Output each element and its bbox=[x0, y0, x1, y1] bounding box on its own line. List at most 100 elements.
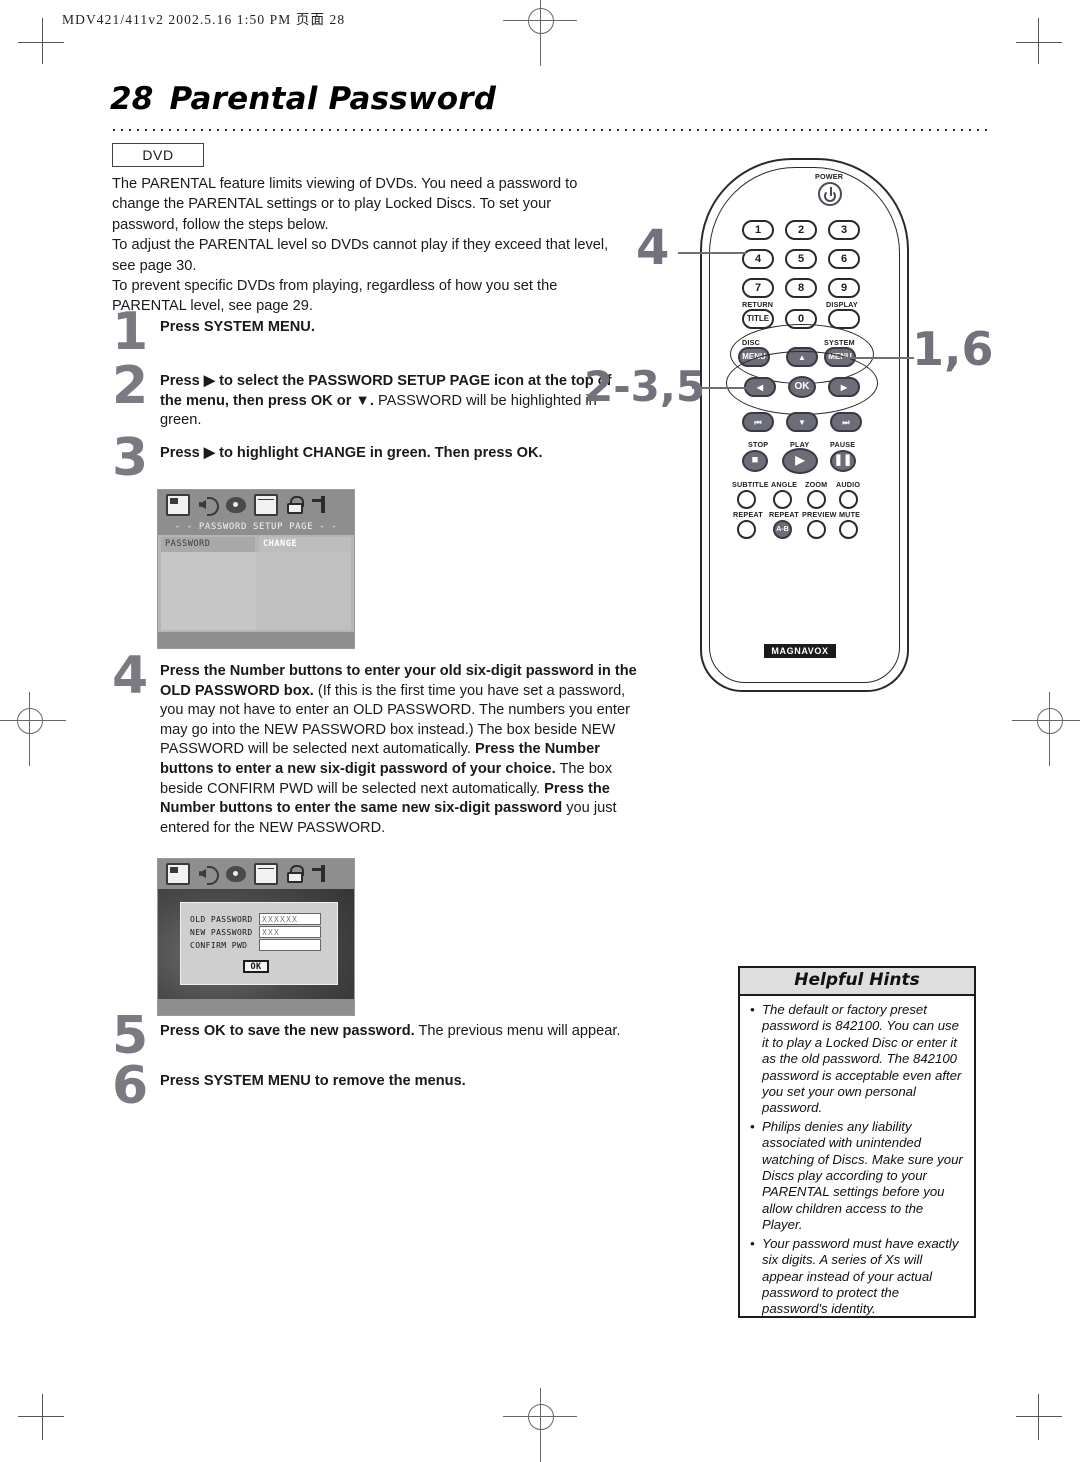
title-dot-rule bbox=[110, 128, 988, 132]
number-button-2[interactable]: 2 bbox=[785, 220, 817, 240]
zoom-button[interactable] bbox=[807, 490, 826, 509]
screen-icon bbox=[166, 494, 190, 516]
step-1: 1 Press SYSTEM MENU. bbox=[112, 306, 632, 358]
number-button-7[interactable]: 7 bbox=[742, 278, 774, 298]
power-label: POWER bbox=[815, 172, 844, 181]
crop-mark-top-right bbox=[1016, 18, 1062, 64]
old-password-label: OLD PASSWORD bbox=[190, 915, 253, 924]
skip-forward-icon: ⏭ bbox=[842, 418, 850, 427]
subtitle-label: SUBTITLE bbox=[732, 480, 769, 489]
chevron-down-icon: ▼ bbox=[798, 418, 806, 427]
remote-control: POWER 1 2 3 4 5 6 7 8 9 RETURN DISPLAY T… bbox=[700, 158, 909, 692]
preferences-icon bbox=[254, 494, 278, 516]
intro-paragraph-3: To prevent specific DVDs from playing, r… bbox=[112, 278, 558, 315]
angle-label: ANGLE bbox=[771, 480, 798, 489]
registration-mark-top bbox=[503, 0, 577, 66]
audio-button[interactable] bbox=[839, 490, 858, 509]
old-password-field[interactable]: XXXXXX bbox=[259, 913, 321, 925]
intro-paragraph-2: To adjust the PARENTAL level so DVDs can… bbox=[112, 237, 609, 274]
crop-mark-bottom-left bbox=[18, 1394, 64, 1440]
subtitle-button[interactable] bbox=[737, 490, 756, 509]
confirm-pwd-field[interactable] bbox=[259, 939, 321, 951]
number-button-5[interactable]: 5 bbox=[785, 249, 817, 269]
callout-nav-ok: 2-3,5 bbox=[584, 362, 706, 411]
lock-icon bbox=[286, 496, 304, 514]
registration-mark-bottom bbox=[503, 1388, 577, 1462]
osd-body bbox=[161, 552, 351, 630]
zoom-label: ZOOM bbox=[805, 480, 828, 489]
step-3-text: Press ▶ to highlight CHANGE in green. Th… bbox=[160, 445, 543, 461]
step-4-text: Press the Number buttons to enter your o… bbox=[160, 663, 637, 836]
helpful-hints-box: Helpful Hints The default or factory pre… bbox=[738, 966, 976, 1318]
mute-label: MUTE bbox=[839, 510, 861, 519]
step-2-number: 2 bbox=[112, 356, 149, 416]
preview-button[interactable] bbox=[807, 520, 826, 539]
screen-icon bbox=[166, 863, 190, 885]
number-button-9[interactable]: 9 bbox=[828, 278, 860, 298]
dvd-badge: DVD bbox=[112, 143, 204, 167]
audio-label: AUDIO bbox=[836, 480, 861, 489]
osd-footer-bar bbox=[158, 632, 354, 648]
exit-icon bbox=[312, 865, 330, 883]
step-6-number: 6 bbox=[112, 1056, 149, 1116]
pause-icon: ❚❚ bbox=[833, 454, 853, 466]
power-button[interactable] bbox=[818, 182, 842, 206]
next-track-button[interactable]: ⏭ bbox=[830, 412, 862, 432]
hint-item-1: The default or factory preset password i… bbox=[750, 1002, 966, 1117]
leader-line-system-menu bbox=[842, 357, 914, 359]
step-5-text: Press OK to save the new password. The p… bbox=[160, 1023, 621, 1039]
osd-icon-bar bbox=[158, 490, 354, 520]
number-button-1[interactable]: 1 bbox=[742, 220, 774, 240]
stop-label: STOP bbox=[748, 440, 769, 449]
crop-mark-top-left bbox=[18, 18, 64, 64]
number-button-6[interactable]: 6 bbox=[828, 249, 860, 269]
osd-password-setup-page: - - PASSWORD SETUP PAGE - - PASSWORD CHA… bbox=[157, 489, 355, 649]
angle-button[interactable] bbox=[773, 490, 792, 509]
skip-back-icon: ⏮ bbox=[754, 418, 762, 427]
chevron-right-icon: ▶ bbox=[840, 383, 848, 392]
repeat-button[interactable] bbox=[737, 520, 756, 539]
number-button-4[interactable]: 4 bbox=[742, 249, 774, 269]
leader-line-numpad bbox=[678, 252, 746, 254]
step-4: 4 Press the Number buttons to enter your… bbox=[112, 650, 642, 838]
step-5: 5 Press OK to save the new password. The… bbox=[112, 1010, 632, 1062]
pause-button[interactable]: ❚❚ bbox=[830, 450, 856, 472]
step-2-text: Press ▶ to select the PASSWORD SETUP PAG… bbox=[160, 373, 612, 429]
hint-item-2: Philips denies any liability associated … bbox=[750, 1119, 966, 1234]
registration-mark-right bbox=[1012, 692, 1080, 766]
speaker-icon bbox=[198, 496, 219, 516]
helpful-hints-heading: Helpful Hints bbox=[740, 968, 974, 996]
number-button-8[interactable]: 8 bbox=[785, 278, 817, 298]
repeat-ab-label: REPEAT bbox=[769, 510, 799, 519]
new-password-field[interactable]: XXX bbox=[259, 926, 321, 938]
play-button[interactable]: ▶ bbox=[782, 448, 818, 474]
chevron-left-icon: ◀ bbox=[756, 383, 764, 392]
ok-button[interactable]: OK bbox=[788, 376, 816, 398]
dialog-ok-button[interactable]: OK bbox=[243, 960, 269, 973]
helpful-hints-list: The default or factory preset password i… bbox=[740, 1002, 974, 1318]
display-label: DISPLAY bbox=[826, 300, 858, 309]
osd-password-dialog: OLD PASSWORD XXXXXX NEW PASSWORD XXX CON… bbox=[157, 858, 355, 1016]
down-arrow-button[interactable]: ▼ bbox=[786, 412, 818, 432]
page-header-stamp: MDV421/411v2 2002.5.16 1:50 PM 页面 28 bbox=[62, 12, 346, 27]
stop-button[interactable]: ■ bbox=[742, 450, 768, 472]
mute-button[interactable] bbox=[839, 520, 858, 539]
title-button[interactable]: TITLE bbox=[742, 309, 774, 329]
osd-row-value-change: CHANGE bbox=[259, 537, 351, 552]
disc-icon bbox=[226, 497, 246, 513]
exit-icon bbox=[312, 496, 330, 514]
step-5-number: 5 bbox=[112, 1006, 149, 1066]
callout-numpad: 4 bbox=[636, 220, 670, 276]
crop-mark-bottom-right bbox=[1016, 1394, 1062, 1440]
intro-paragraphs: The PARENTAL feature limits viewing of D… bbox=[112, 174, 610, 317]
number-button-3[interactable]: 3 bbox=[828, 220, 860, 240]
callout-system-menu: 1,6 bbox=[912, 322, 994, 376]
password-dialog: OLD PASSWORD XXXXXX NEW PASSWORD XXX CON… bbox=[180, 902, 338, 985]
play-icon: ▶ bbox=[795, 453, 805, 467]
preferences-icon bbox=[254, 863, 278, 885]
previous-track-button[interactable]: ⏮ bbox=[742, 412, 774, 432]
brand-logo: MAGNAVOX bbox=[764, 644, 836, 658]
repeat-ab-button[interactable]: A-B bbox=[773, 520, 792, 539]
right-arrow-button[interactable]: ▶ bbox=[828, 377, 860, 397]
repeat-label: REPEAT bbox=[733, 510, 763, 519]
